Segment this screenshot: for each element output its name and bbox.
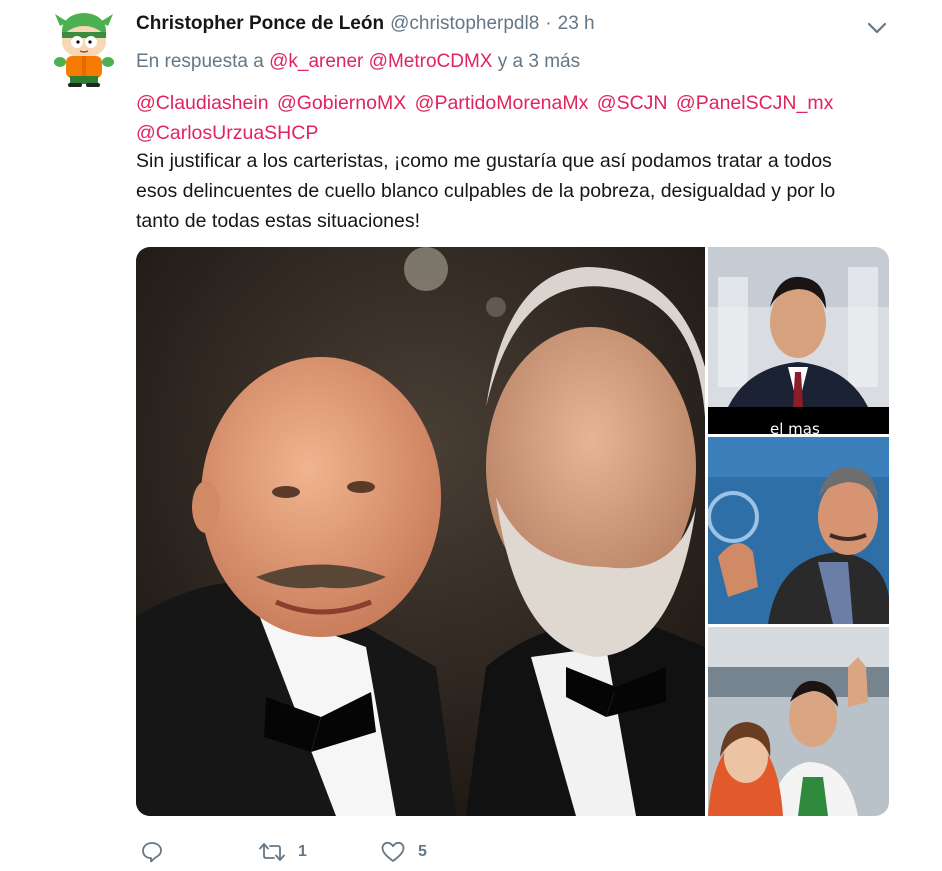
reply-context: En respuesta a @k_arener @MetroCDMX y a … bbox=[136, 51, 580, 73]
tweet-text-line: tanto de todas estas situaciones! bbox=[136, 210, 421, 232]
reply-user-link[interactable]: @MetroCDMX bbox=[369, 51, 493, 72]
display-name[interactable]: Christopher Ponce de León bbox=[136, 13, 384, 35]
chevron-down-icon bbox=[867, 22, 887, 34]
timestamp[interactable]: 23 h bbox=[558, 13, 595, 35]
like-count: 5 bbox=[418, 843, 427, 860]
kyle-cartoon-avatar-icon bbox=[54, 13, 114, 87]
photo-side-2[interactable] bbox=[708, 437, 889, 624]
mention-link[interactable]: @SCJN bbox=[597, 92, 668, 114]
reply-user-link[interactable]: @k_arener bbox=[269, 51, 363, 72]
tweet[interactable]: Christopher Ponce de León @christopherpd… bbox=[0, 0, 942, 871]
heart-icon bbox=[381, 841, 405, 862]
tweet-text-line: esos delincuentes de cuello blanco culpa… bbox=[136, 180, 836, 202]
mention-link[interactable]: @PartidoMorenaMx bbox=[415, 92, 589, 114]
photo-side-3[interactable] bbox=[708, 627, 889, 816]
avatar[interactable] bbox=[52, 12, 116, 88]
photo-caption: el mas bbox=[770, 420, 820, 434]
photo-two-men-tuxedo bbox=[136, 247, 705, 816]
media-grid: el mas bbox=[136, 247, 889, 816]
photo-couple-thumbs-up bbox=[708, 627, 889, 816]
reply-icon bbox=[142, 842, 162, 863]
retweet-button[interactable]: 1 bbox=[258, 838, 307, 866]
like-button[interactable]: 5 bbox=[380, 838, 427, 866]
photo-main[interactable] bbox=[136, 247, 705, 816]
tweet-text: Sin justificar a los carteristas, ¡como … bbox=[136, 146, 896, 236]
reply-prefix: En respuesta a bbox=[136, 51, 264, 72]
photo-man-gesturing bbox=[708, 437, 889, 624]
retweet-count: 1 bbox=[298, 843, 307, 860]
reply-suffix-link[interactable]: y a 3 más bbox=[498, 51, 580, 72]
mention-link[interactable]: @GobiernoMX bbox=[277, 92, 406, 114]
tweet-text-line: Sin justificar a los carteristas, ¡como … bbox=[136, 150, 832, 172]
user-handle[interactable]: @christopherpdl8 bbox=[390, 13, 539, 35]
mention-link[interactable]: @PanelSCJN_mx bbox=[676, 92, 833, 114]
mention-link[interactable]: @CarlosUrzuaSHCP bbox=[136, 118, 893, 148]
retweet-icon bbox=[259, 843, 285, 861]
photo-man-portrait bbox=[708, 247, 889, 434]
tweet-header: Christopher Ponce de León @christopherpd… bbox=[136, 13, 595, 39]
mentions: @Claudiashein @GobiernoMX @PartidoMorena… bbox=[136, 88, 896, 148]
separator-dot: · bbox=[545, 13, 552, 34]
reply-button[interactable] bbox=[140, 838, 164, 866]
tweet-actions: 1 5 bbox=[140, 838, 540, 866]
more-options-button[interactable] bbox=[865, 18, 889, 38]
mention-link[interactable]: @Claudiashein bbox=[136, 92, 269, 114]
photo-side-1[interactable]: el mas bbox=[708, 247, 889, 434]
